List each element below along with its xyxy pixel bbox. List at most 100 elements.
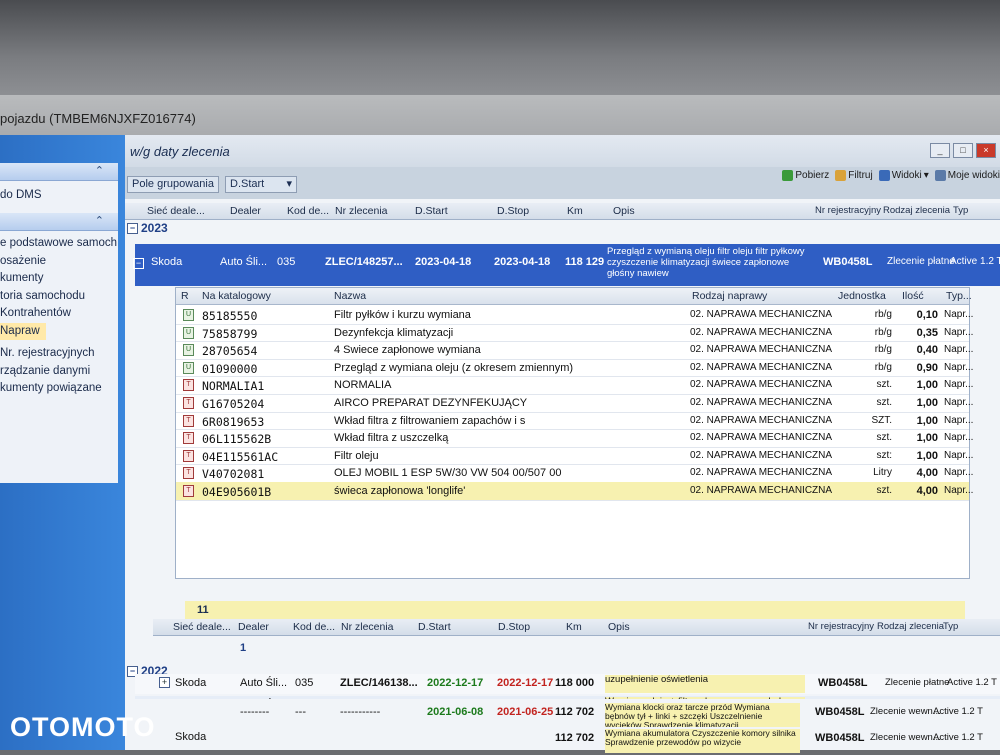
- sidebar-item[interactable]: e podstawowe samoch: [0, 235, 118, 253]
- sidebar-item[interactable]: kumenty powiązane: [0, 380, 118, 398]
- cell-start: 2021-06-08: [427, 706, 484, 718]
- parts-row[interactable]: U 75858799 Dezynfekcja klimatyzacji 02. NAP…: [176, 324, 973, 343]
- col-header[interactable]: Dealer: [230, 205, 261, 217]
- col-header[interactable]: Jednostka: [838, 290, 886, 302]
- expand-icon[interactable]: +: [159, 677, 170, 688]
- parts-row[interactable]: U 85185550 Filtr pyłków i kurzu wymiana 02.…: [176, 306, 973, 325]
- col-header[interactable]: Kod de...: [287, 205, 329, 217]
- subgrid-header: R Na katalogowy Nazwa Rodzaj naprawy Jed…: [176, 288, 972, 305]
- document-icon: T: [183, 467, 194, 480]
- cell-typ: Napr...: [944, 467, 974, 479]
- sidebar-panel-header[interactable]: ⌃: [0, 213, 118, 231]
- cell-unit: Litry: [873, 467, 892, 479]
- close-button[interactable]: ×: [976, 143, 996, 158]
- col-header[interactable]: Rodzaj zlecenia: [883, 205, 950, 216]
- cell-qty: 0,35: [916, 326, 938, 339]
- col-header[interactable]: Opis: [613, 205, 635, 217]
- parts-row[interactable]: T 04E115561AC Filtr oleju 02. NAPRAWA MECHA…: [176, 447, 973, 466]
- col-header[interactable]: D.Stop: [497, 205, 529, 217]
- sidebar-item[interactable]: Kontrahentów: [0, 305, 118, 323]
- col-header[interactable]: D.Start: [415, 205, 448, 217]
- col-header[interactable]: Na katalogowy: [202, 290, 271, 302]
- sidebar-item[interactable]: osażenie: [0, 253, 118, 271]
- col-header[interactable]: Rodzaj zlecenia: [877, 621, 944, 632]
- col-header[interactable]: Dealer: [238, 621, 269, 633]
- cell-stop: 2023-04-18: [494, 256, 551, 268]
- cell-dealer: Auto Śli...: [240, 677, 288, 689]
- sidebar-item[interactable]: kumenty: [0, 270, 118, 288]
- sidebar-panel-header[interactable]: ⌃: [0, 163, 118, 181]
- col-header[interactable]: D.Stop: [498, 621, 530, 633]
- sidebar-item-selected[interactable]: Napraw: [0, 322, 46, 340]
- table-row[interactable]: + Skoda Auto Śli... 035 ZLEC/146138... 2022-1…: [135, 674, 1000, 694]
- col-header[interactable]: Kod de...: [293, 621, 335, 633]
- parts-row[interactable]: T 6R0819653 Wkład filtra z filtrowaniem za…: [176, 412, 973, 431]
- cell-typ: Active 1.2 T: [933, 706, 983, 717]
- cell-kind: 02. NAPRAWA MECHANICZNA: [690, 326, 833, 338]
- col-header[interactable]: Typ: [943, 621, 958, 632]
- table-row-selected[interactable]: − Skoda Auto Śli... 035 ZLEC/148257... 2…: [133, 244, 1000, 286]
- cell-kind: 02. NAPRAWA MECHANICZNA: [690, 397, 833, 408]
- chevron-down-icon: ▾: [286, 178, 292, 190]
- cell-typ: Active 1.2 T: [933, 732, 983, 743]
- cell-reg: WB0458L: [815, 732, 865, 744]
- cell-kind: 02. NAPRAWA MECHANICZNA: [690, 309, 833, 320]
- collapse-icon[interactable]: −: [133, 258, 144, 269]
- parts-row[interactable]: T NORMALIA1 NORMALIA 02. NAPRAWA MECHANICZN…: [176, 376, 973, 395]
- cell-qty: 1,00: [916, 379, 938, 392]
- col-header[interactable]: Opis: [608, 621, 630, 633]
- col-header[interactable]: Nr zlecenia: [341, 621, 394, 633]
- cell-typ: Napr...: [944, 432, 974, 444]
- col-header[interactable]: Typ...: [946, 290, 972, 302]
- col-header[interactable]: Km: [566, 621, 582, 633]
- cell-typ: Napr...: [944, 379, 974, 391]
- table-row[interactable]: Skoda -------- --- ----------- 2021-06-08 202…: [125, 703, 1000, 743]
- chevron-up-icon[interactable]: ⌃: [95, 164, 104, 177]
- cell-stop: 2021-06-25: [497, 706, 554, 718]
- grouping-field[interactable]: D.Start ▾: [225, 176, 297, 193]
- maximize-button[interactable]: □: [953, 143, 973, 158]
- cell-kind: 02. NAPRAWA MECHANICZNA: [690, 414, 833, 426]
- col-header[interactable]: Km: [567, 205, 583, 217]
- window-controls: _ □ ×: [930, 143, 996, 158]
- col-header[interactable]: Typ: [953, 205, 968, 216]
- col-header[interactable]: Sieć deale...: [173, 621, 231, 633]
- group-2023[interactable]: −2023: [127, 221, 168, 235]
- col-header[interactable]: Rodzaj naprawy: [692, 290, 767, 302]
- col-header[interactable]: R: [181, 290, 189, 302]
- cell-catalog: 04E115561AC: [202, 449, 279, 464]
- col-header[interactable]: D.Start: [418, 621, 451, 633]
- panel-title: w/g daty zlecenia: [130, 144, 230, 159]
- col-header[interactable]: Nr rejestracyjny: [815, 205, 881, 216]
- parts-row[interactable]: T G16705204 AIRCO PREPARAT DEZYNFEKUJĄCY 02…: [176, 394, 973, 413]
- cell-name: Wkład filtra z filtrowaniem zapachów i s: [334, 414, 526, 427]
- cell-reg: WB0458L: [823, 256, 873, 268]
- cell-catalog: NORMALIA1: [202, 379, 265, 394]
- cell-type: Zlecenie płatne: [887, 256, 955, 267]
- col-header[interactable]: Sieć deale...: [147, 205, 205, 217]
- parts-row[interactable]: U 01090000 Przegląd z wymiana oleju (z okr…: [176, 359, 973, 378]
- sidebar: ⌃ do DMS ⌃ e podstawowe samoch osażenie …: [0, 135, 125, 750]
- cell-typ: Napr...: [944, 414, 974, 426]
- sidebar-item[interactable]: Nr. rejestracyjnych: [0, 345, 118, 363]
- parts-row[interactable]: T V40702081 OLEJ MOBIL 1 ESP 5W/30 VW 504 …: [176, 464, 973, 483]
- sidebar-item-dms[interactable]: do DMS: [0, 181, 118, 205]
- group-year: 2023: [141, 221, 168, 235]
- col-header[interactable]: Nr zlecenia: [335, 205, 388, 217]
- parts-row[interactable]: T 06L115562B Wkład filtra z uszczelką 02. N…: [176, 429, 973, 448]
- table-row[interactable]: 112 702 Wymiana akumulatora Czyszczenie k…: [125, 729, 1000, 755]
- minimize-button[interactable]: _: [930, 143, 950, 158]
- collapse-icon[interactable]: −: [127, 223, 138, 235]
- sidebar-item[interactable]: rządzanie danymi: [0, 363, 118, 381]
- chevron-up-icon[interactable]: ⌃: [95, 214, 104, 227]
- cell-unit: rb/g: [874, 344, 892, 356]
- sidebar-item[interactable]: toria samochodu: [0, 288, 118, 306]
- cell-catalog: 28705654: [202, 344, 258, 359]
- col-header[interactable]: Nr rejestracyjny: [808, 621, 874, 632]
- col-header[interactable]: Ilość: [902, 290, 924, 302]
- cell-kind: 02. NAPRAWA MECHANICZNA: [690, 379, 833, 391]
- col-header[interactable]: Nazwa: [334, 290, 366, 302]
- parts-row[interactable]: U 28705654 4 Swiece zapłonowe wymiana 02. N…: [176, 341, 973, 360]
- cell-type: Zlecenie wewn...: [870, 732, 941, 743]
- parts-row[interactable]: T 04E905601B świeca zapłonowa 'longlife' 02…: [176, 482, 973, 501]
